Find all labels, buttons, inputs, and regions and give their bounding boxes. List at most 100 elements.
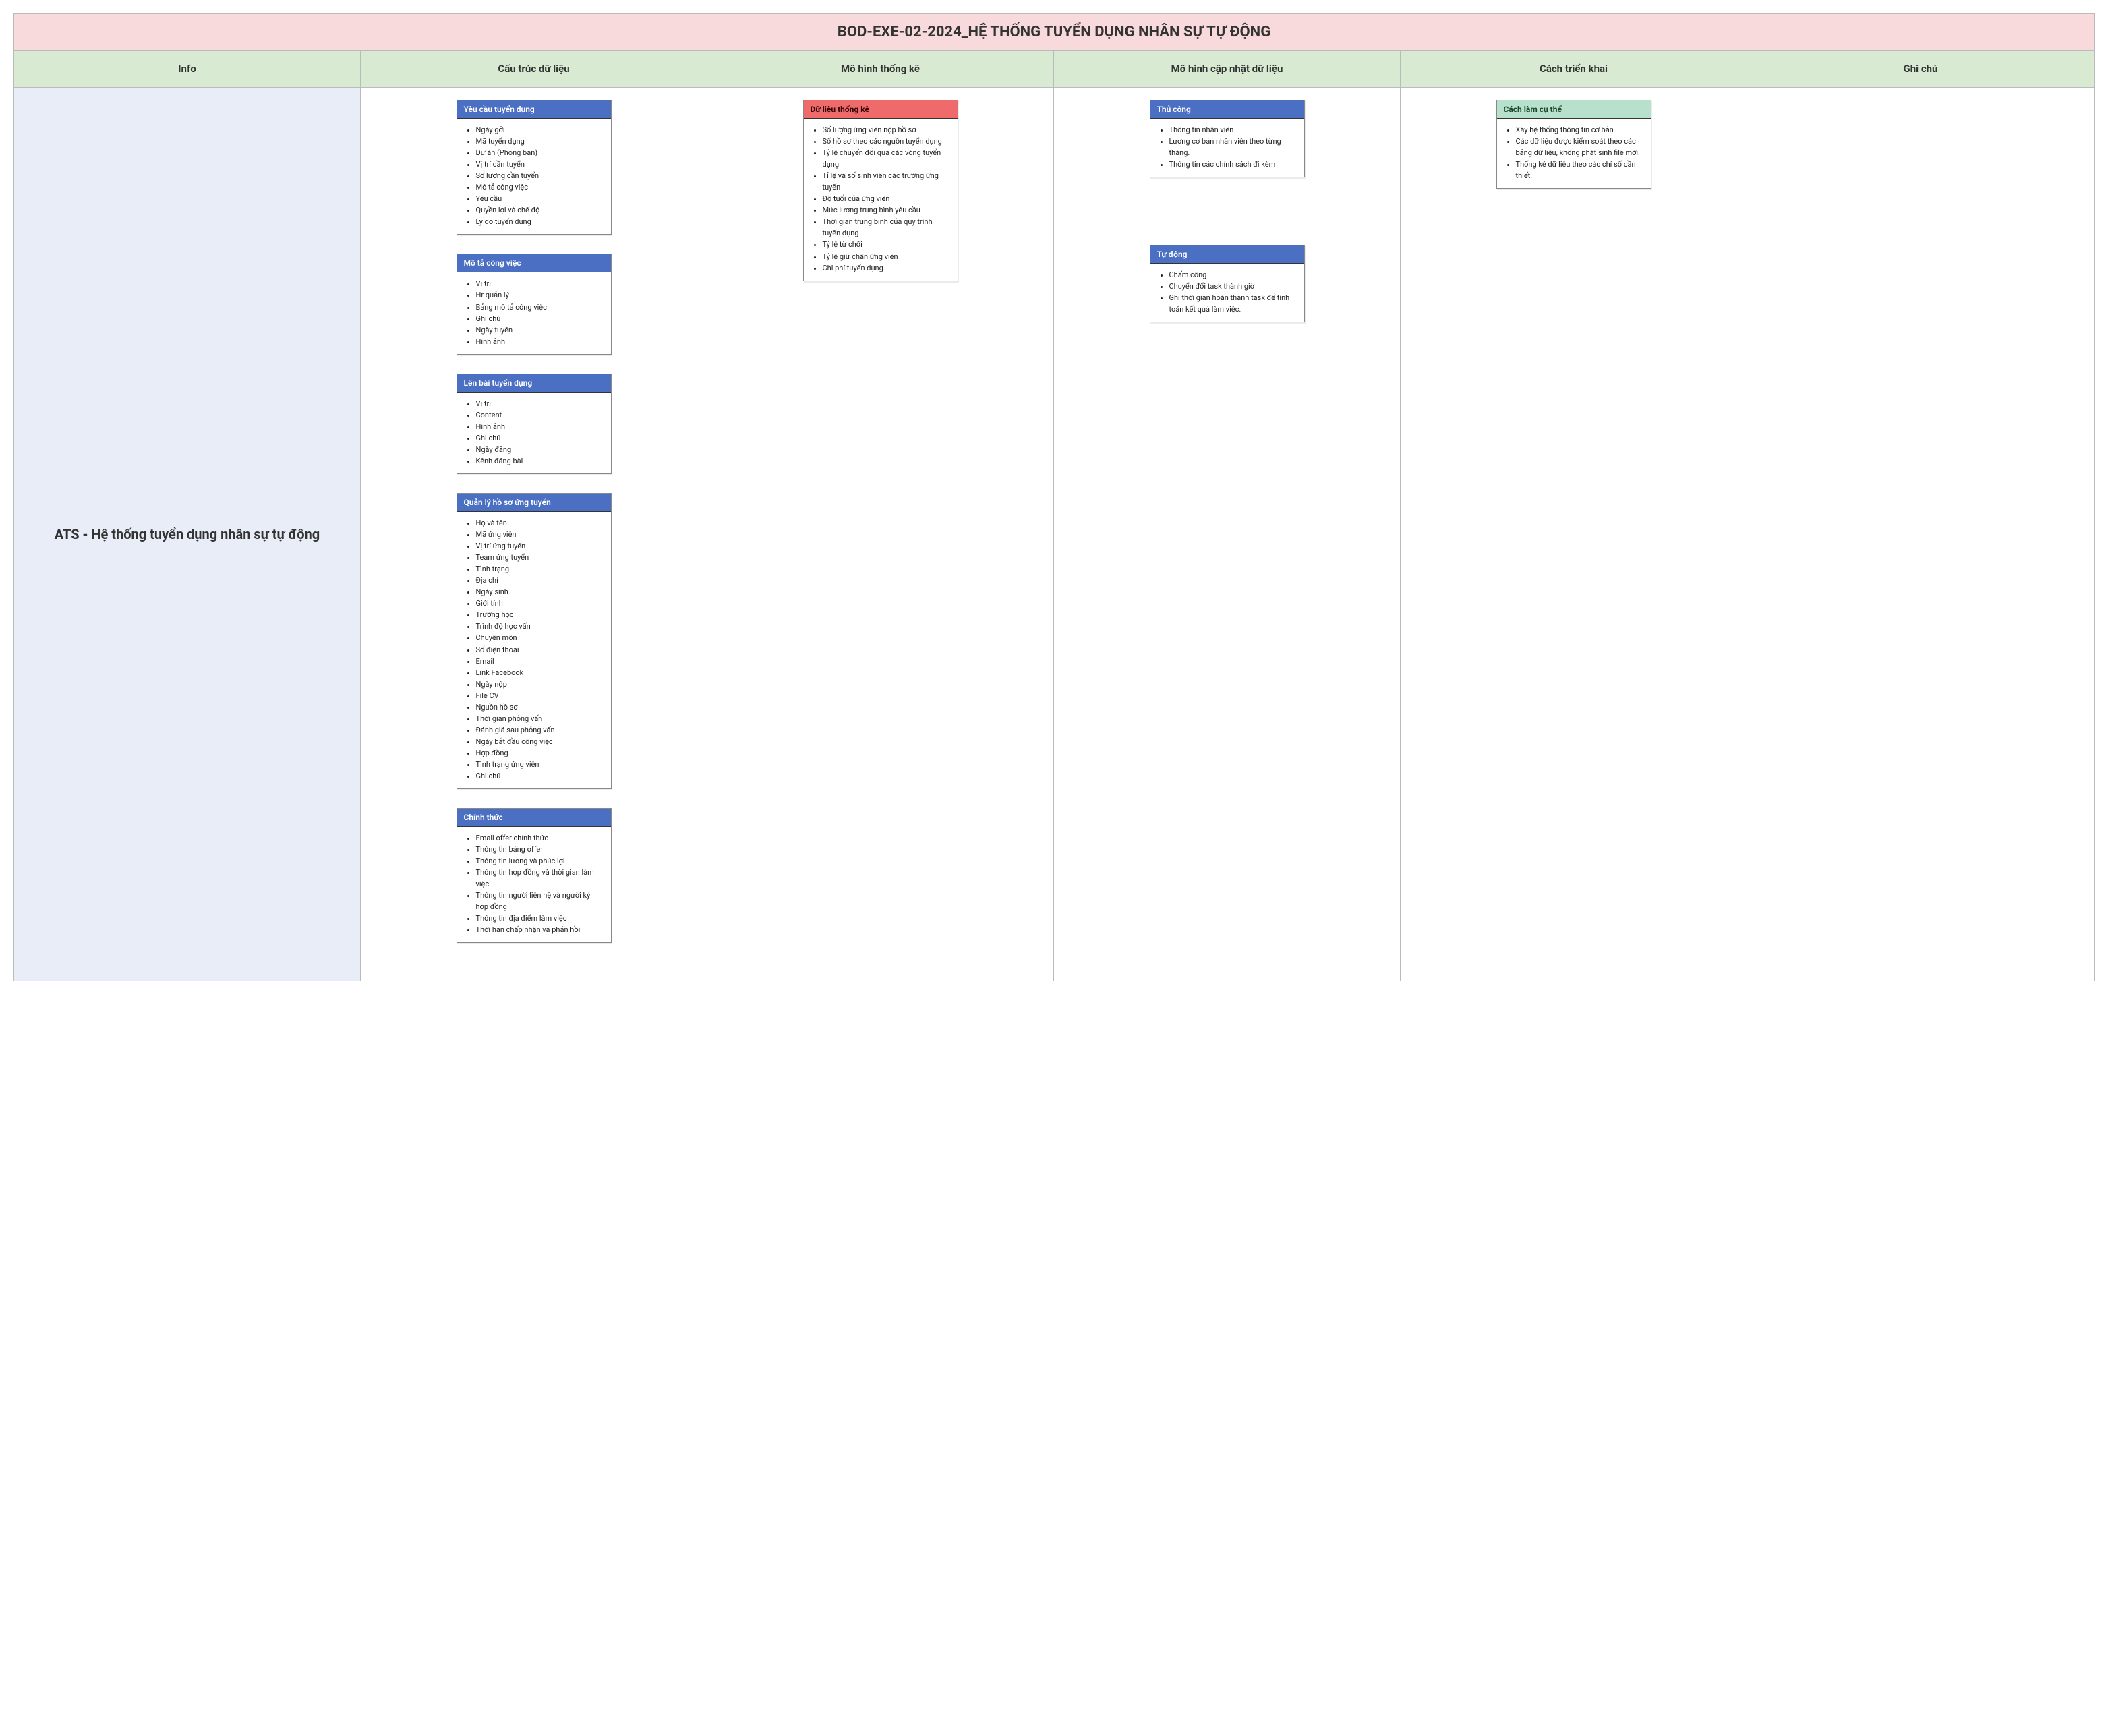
card-item: Trình độ học vấn (476, 620, 603, 632)
card-item: Thông tin lương và phúc lợi (476, 855, 603, 867)
card-item: Bảng mô tả công việc (476, 301, 603, 313)
body-row: ATS - Hệ thống tuyển dụng nhân sự tự độn… (14, 88, 2094, 981)
card-item: Nguồn hồ sơ (476, 701, 603, 713)
card-item: Hình ảnh (476, 421, 603, 432)
card-item: Ghi chú (476, 313, 603, 324)
card-body: Xây hệ thống thông tin cơ bảnCác dữ liệu… (1497, 119, 1651, 188)
card-item: Ghi chú (476, 770, 603, 782)
col-deploy: Cách làm cụ thểXây hệ thống thông tin cơ… (1401, 88, 1747, 981)
info-cell: ATS - Hệ thống tuyển dụng nhân sự tự độn… (14, 88, 361, 981)
card-item: File CV (476, 690, 603, 701)
card-item: Hr quản lý (476, 289, 603, 301)
card-title: Quản lý hồ sơ ứng tuyển (457, 494, 611, 512)
card-item: Tỉ lệ và số sinh viên các trường ứng tuy… (823, 170, 949, 193)
card-body: Số lượng ứng viên nộp hồ sơSố hồ sơ theo… (804, 119, 958, 281)
spec-card: Lên bài tuyển dụngVị tríContentHình ảnhG… (457, 374, 612, 474)
card-item: Hợp đồng (476, 747, 603, 759)
header-row: Info Cấu trúc dữ liệu Mô hình thống kê M… (14, 51, 2094, 88)
card-item: Thời gian phỏng vấn (476, 713, 603, 724)
card-item: Chuyển đổi task thành giờ (1169, 281, 1296, 292)
header-info: Info (14, 51, 361, 87)
card-item: Mức lương trung bình yêu cầu (823, 204, 949, 216)
spec-card: Tự độngChấm côngChuyển đổi task thành gi… (1150, 245, 1305, 322)
card-item: Giới tính (476, 598, 603, 609)
card-item: Tỷ lệ giữ chân ứng viên (823, 251, 949, 262)
card-item: Mã tuyển dụng (476, 136, 603, 147)
header-struct: Cấu trúc dữ liệu (361, 51, 707, 87)
card-title: Thủ công (1150, 100, 1304, 119)
card-item: Tỷ lệ chuyển đổi qua các vòng tuyển dụng (823, 147, 949, 170)
card-item: Xây hệ thống thông tin cơ bản (1516, 124, 1643, 136)
card-item: Thông tin địa điểm làm việc (476, 913, 603, 924)
card-item: Số điện thoại (476, 644, 603, 656)
card-item: Thời hạn chấp nhận và phản hồi (476, 924, 603, 935)
card-body: Email offer chính thứcThông tin bảng off… (457, 827, 611, 942)
card-body: Vị tríHr quản lýBảng mô tả công việcGhi … (457, 272, 611, 353)
card-item: Ngày nộp (476, 678, 603, 690)
card-title: Yêu cầu tuyển dụng (457, 100, 611, 119)
spec-card: Dữ liệu thống kêSố lượng ứng viên nộp hồ… (803, 100, 958, 281)
card-title: Cách làm cụ thể (1497, 100, 1651, 119)
card-item: Lý do tuyển dụng (476, 216, 603, 227)
card-item: Mô tả công việc (476, 181, 603, 193)
card-item: Độ tuổi của ứng viên (823, 193, 949, 204)
card-item: Đánh giá sau phỏng vấn (476, 724, 603, 736)
card-item: Các dữ liệu được kiểm soát theo các bảng… (1516, 136, 1643, 158)
header-deploy: Cách triển khai (1401, 51, 1747, 87)
card-item: Ghi thời gian hoàn thành task để tính to… (1169, 292, 1296, 315)
card-item: Chuyên môn (476, 632, 603, 643)
card-item: Vị trí cần tuyển (476, 158, 603, 170)
spec-card: Mô tả công việcVị tríHr quản lýBảng mô t… (457, 254, 612, 354)
card-item: Chi phí tuyển dụng (823, 262, 949, 274)
card-body: Vị tríContentHình ảnhGhi chúNgày đăngKên… (457, 393, 611, 473)
card-item: Tình trạng ứng viên (476, 759, 603, 770)
card-item: Thông tin hợp đồng và thời gian làm việc (476, 867, 603, 890)
card-item: Dự án (Phòng ban) (476, 147, 603, 158)
col-stats-model: Dữ liệu thống kêSố lượng ứng viên nộp hồ… (707, 88, 1054, 981)
card-title: Dữ liệu thống kê (804, 100, 958, 119)
card-item: Thông tin người liên hệ và người ký hợp … (476, 890, 603, 913)
col-update-model: Thủ côngThông tin nhân viênLương cơ bản … (1054, 88, 1401, 981)
card-item: Mã ứng viên (476, 529, 603, 540)
spec-card: Cách làm cụ thểXây hệ thống thông tin cơ… (1496, 100, 1651, 189)
card-item: Link Facebook (476, 667, 603, 678)
info-label: ATS - Hệ thống tuyển dụng nhân sự tự độn… (55, 525, 320, 544)
spec-card: Chính thứcEmail offer chính thứcThông ti… (457, 808, 612, 943)
card-item: Email (476, 656, 603, 667)
card-item: Chấm công (1169, 269, 1296, 281)
card-item: Họ và tên (476, 517, 603, 529)
card-item: Quyền lợi và chế độ (476, 204, 603, 216)
card-item: Ngày bắt đầu công việc (476, 736, 603, 747)
card-item: Số lượng ứng viên nộp hồ sơ (823, 124, 949, 136)
card-item: Vị trí (476, 278, 603, 289)
card-item: Tình trạng (476, 563, 603, 575)
card-body: Họ và tênMã ứng viênVị trí ứng tuyểnTeam… (457, 512, 611, 788)
card-title: Lên bài tuyển dụng (457, 374, 611, 393)
card-item: Content (476, 409, 603, 421)
card-item: Ngày gởi (476, 124, 603, 136)
card-item: Thông tin bảng offer (476, 844, 603, 855)
card-item: Thông tin các chính sách đi kèm (1169, 158, 1296, 170)
card-body: Chấm côngChuyển đổi task thành giờGhi th… (1150, 264, 1304, 322)
card-item: Thông tin nhân viên (1169, 124, 1296, 136)
card-item: Hình ảnh (476, 336, 603, 347)
card-body: Ngày gởiMã tuyển dụngDự án (Phòng ban)Vị… (457, 119, 611, 234)
card-item: Ngày đăng (476, 444, 603, 455)
card-item: Trường học (476, 609, 603, 620)
card-item: Ngày sinh (476, 586, 603, 598)
card-item: Team ứng tuyển (476, 552, 603, 563)
spec-card: Yêu cầu tuyển dụngNgày gởiMã tuyển dụngD… (457, 100, 612, 235)
card-title: Chính thức (457, 809, 611, 827)
card-item: Vị trí (476, 398, 603, 409)
header-notes: Ghi chú (1747, 51, 2094, 87)
card-item: Số lượng cần tuyển (476, 170, 603, 181)
spec-card: Thủ côngThông tin nhân viênLương cơ bản … (1150, 100, 1305, 177)
col-notes (1747, 88, 2094, 981)
header-update: Mô hình cập nhật dữ liệu (1054, 51, 1401, 87)
header-stats: Mô hình thống kê (707, 51, 1054, 87)
card-item: Tỷ lệ từ chối (823, 239, 949, 250)
spec-sheet: BOD-EXE-02-2024_HỆ THỐNG TUYỂN DỤNG NHÂN… (13, 13, 2095, 981)
card-item: Yêu cầu (476, 193, 603, 204)
card-item: Ghi chú (476, 432, 603, 444)
card-item: Địa chỉ (476, 575, 603, 586)
